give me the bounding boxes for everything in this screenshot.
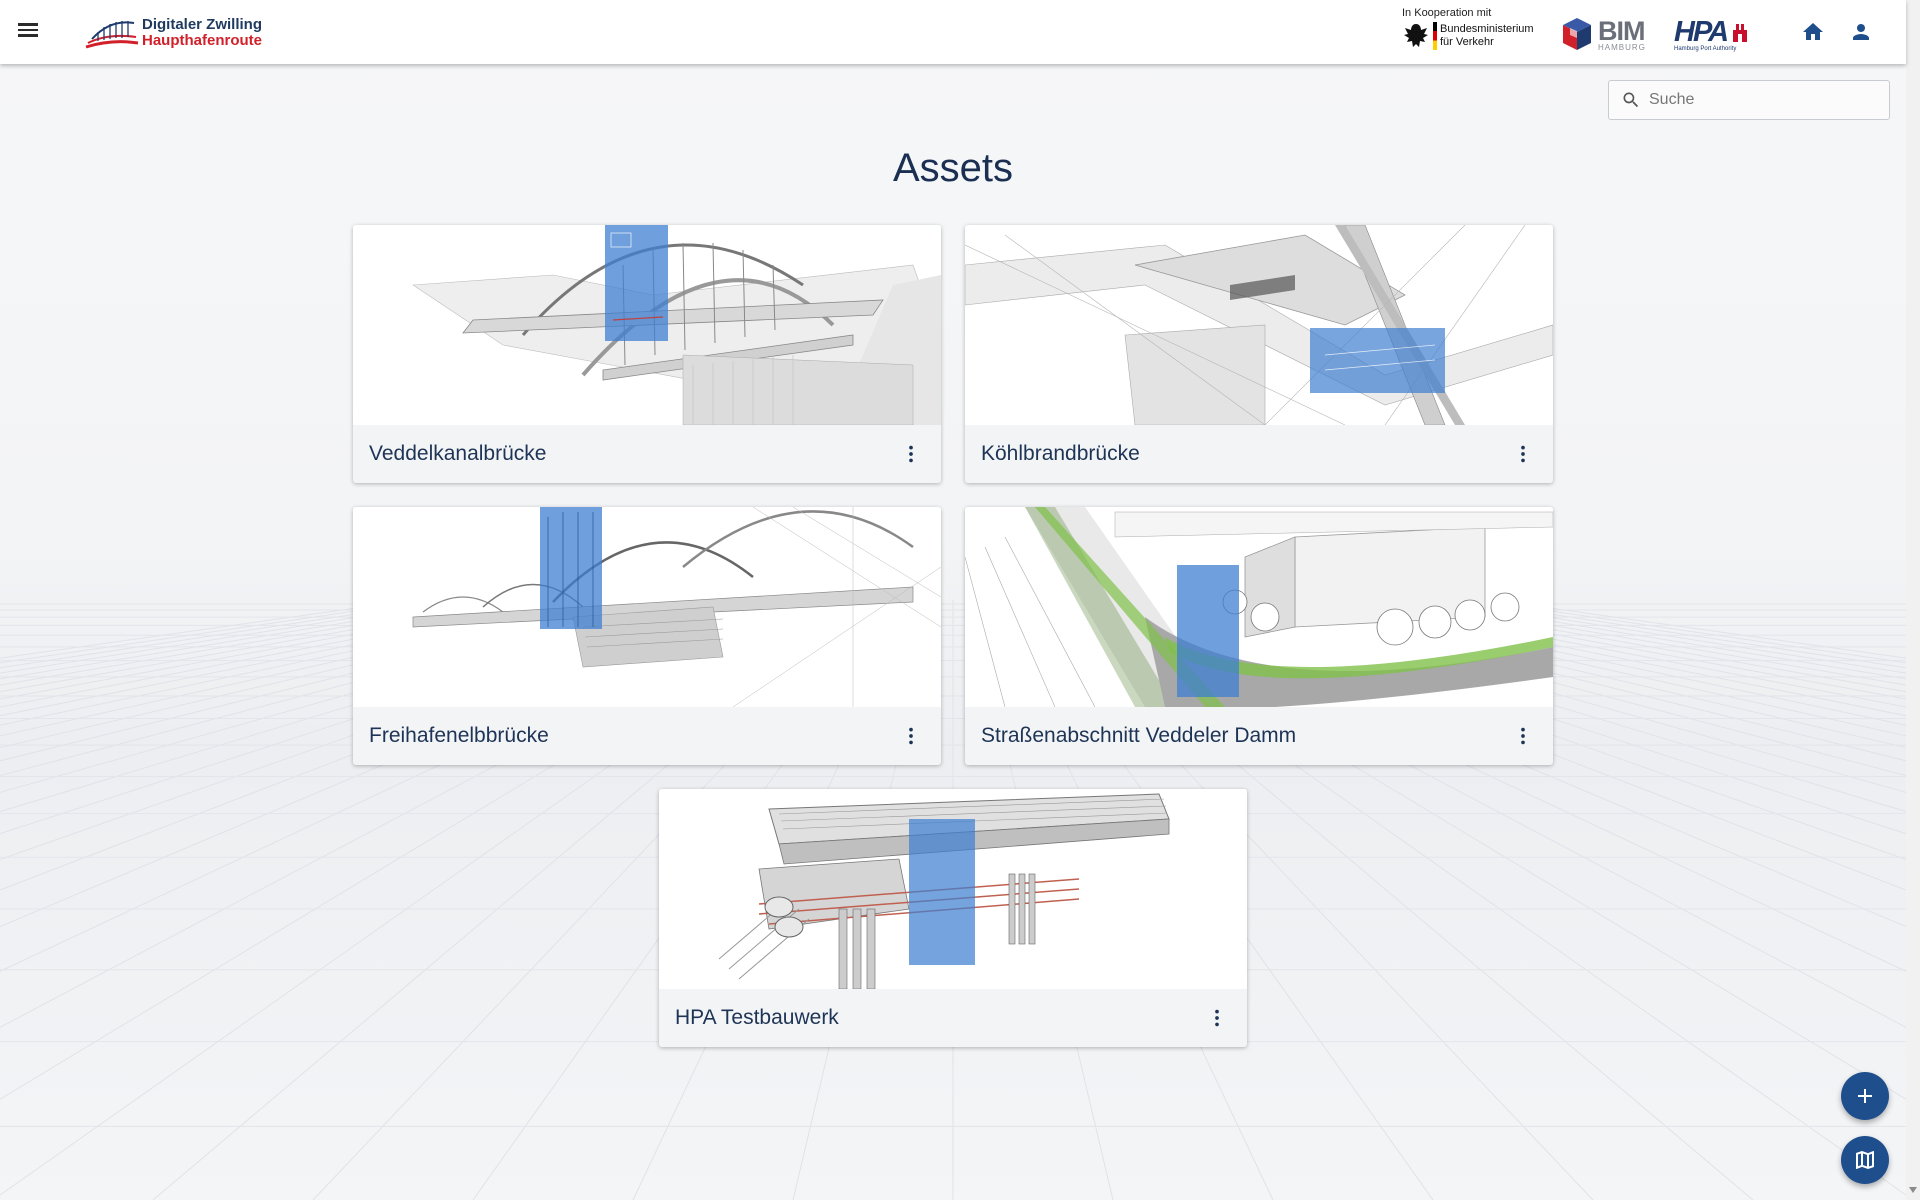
asset-thumbnail [353,507,941,707]
bim-sublabel: HAMBURG [1598,42,1646,52]
ministry-line1: Bundesministerium [1440,23,1534,35]
asset-card[interactable]: Köhlbrandbrücke [965,225,1553,483]
asset-thumbnail [659,789,1247,989]
map-view-button[interactable] [1841,1136,1889,1184]
search-icon [1623,92,1639,108]
asset-card[interactable]: Freihafenelbbrücke [353,507,941,765]
hpa-sublabel: Hamburg Port Authority [1674,46,1737,52]
bridge-logo-icon [85,21,139,49]
asset-thumbnail [965,225,1553,425]
search-box[interactable] [1608,80,1890,120]
scroll-down-arrow-icon[interactable] [1909,1187,1917,1193]
asset-name: Veddelkanalbrücke [369,442,547,465]
page-title: Assets [892,146,1014,190]
search-input[interactable] [1649,91,1869,109]
page-scrollbar[interactable] [1906,0,1920,1200]
more-vert-icon[interactable] [897,722,925,750]
menu-icon[interactable] [14,20,42,44]
asset-card[interactable]: Veddelkanalbrücke [353,225,941,483]
cooperation-label: In Kooperation mit [1402,7,1492,19]
cooperation-logo: In Kooperation mit Bundesministerium für… [1402,7,1542,51]
asset-name: Freihafenelbbrücke [369,724,549,747]
map-icon [1856,1151,1874,1169]
brand-subtitle: Haupthafenroute [142,32,262,49]
bim-hamburg-logo: BIM HAMBURG [1560,16,1646,54]
asset-card[interactable]: HPA Testbauwerk [659,789,1247,1047]
more-vert-icon[interactable] [1203,1004,1231,1032]
app-header: Digitaler Zwilling Haupthafenroute In Ko… [0,0,1906,64]
add-asset-button[interactable] [1841,1072,1889,1120]
asset-name: Straßenabschnitt Veddeler Damm [981,724,1297,747]
home-icon[interactable] [1797,16,1829,48]
hamburg-crest-icon [1733,24,1747,42]
asset-name: HPA Testbauwerk [675,1006,839,1029]
account-icon[interactable] [1845,16,1877,48]
more-vert-icon[interactable] [1509,722,1537,750]
brand-title: Digitaler Zwilling [142,16,263,33]
brand-logo[interactable]: Digitaler Zwilling Haupthafenroute [84,14,262,52]
more-vert-icon[interactable] [1509,440,1537,468]
bim-cube-icon [1563,18,1591,50]
hpa-label: HPA [1674,16,1729,48]
federal-eagle-icon [1404,24,1428,47]
bim-label: BIM [1598,15,1645,46]
ministry-line2: für Verkehr [1440,36,1494,48]
asset-name: Köhlbrandbrücke [981,442,1140,465]
asset-thumbnail [965,507,1553,707]
asset-card[interactable]: Straßenabschnitt Veddeler Damm [965,507,1553,765]
add-icon [1858,1089,1872,1103]
flag-bar [1433,22,1437,50]
asset-thumbnail [353,225,941,425]
hpa-logo: HPA Hamburg Port Authority [1674,16,1747,52]
more-vert-icon[interactable] [897,440,925,468]
